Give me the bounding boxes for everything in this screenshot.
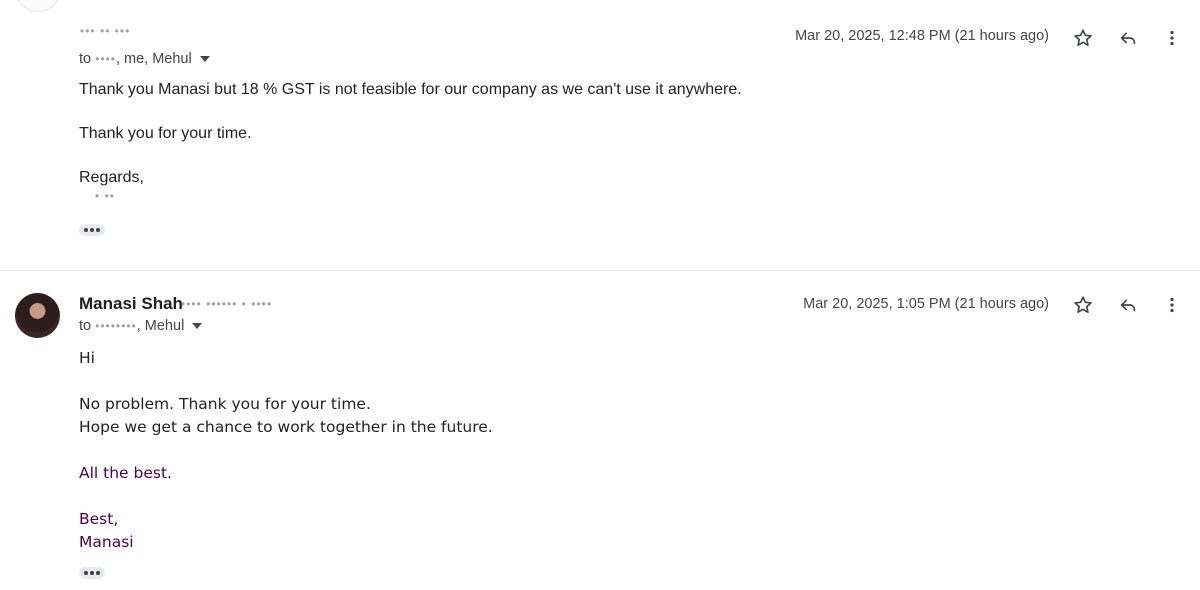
sender-name[interactable]: Manasi Shah [79,294,183,314]
avatar [15,0,61,12]
star-icon[interactable] [1071,26,1095,50]
recipient-redacted: •••• [95,52,116,66]
show-trimmed-content-icon[interactable] [79,224,105,236]
chevron-down-icon[interactable] [192,323,203,330]
reply-icon[interactable] [1116,293,1140,317]
to-prefix: to [79,318,92,334]
more-vert-icon[interactable] [1160,26,1184,50]
recipients-line[interactable]: to ••••, me, Mehul [79,51,210,67]
signoff: Best, [79,510,119,528]
message-body-line: No problem. Thank you for your time. [79,395,371,413]
reply-icon[interactable] [1116,26,1140,50]
recipient-names: , me, Mehul [115,51,192,67]
message-body-line: Regards, [79,169,144,186]
avatar [15,293,60,338]
recipient-redacted: •••••••• [95,319,137,333]
greeting: Hi [79,349,95,367]
message-date: Mar 20, 2025, 12:48 PM (21 hours ago) [795,28,1049,44]
to-prefix: to [79,51,92,67]
message-divider [0,270,1200,271]
show-trimmed-content-icon[interactable] [79,567,105,579]
message-date: Mar 20, 2025, 1:05 PM (21 hours ago) [803,296,1049,312]
message-body-line: Thank you Manasi but 18 % GST is not fea… [79,81,742,98]
signature-redacted: • •• [95,189,115,203]
recipient-names: , Mehul [136,318,185,334]
recipients-line[interactable]: to ••••••••, Mehul [79,318,203,334]
closing-line: All the best. [79,464,172,482]
message-body-line: Hope we get a chance to work together in… [79,418,493,436]
chevron-down-icon[interactable] [199,56,210,63]
message-body-line: Thank you for your time. [79,125,252,142]
signature-name: Manasi [79,533,134,551]
star-icon[interactable] [1071,293,1095,317]
sender-name-redacted: ••• •• ••• [80,24,131,38]
more-vert-icon[interactable] [1160,293,1184,317]
sender-email-redacted: •••• •••••• • •••• [181,297,273,311]
